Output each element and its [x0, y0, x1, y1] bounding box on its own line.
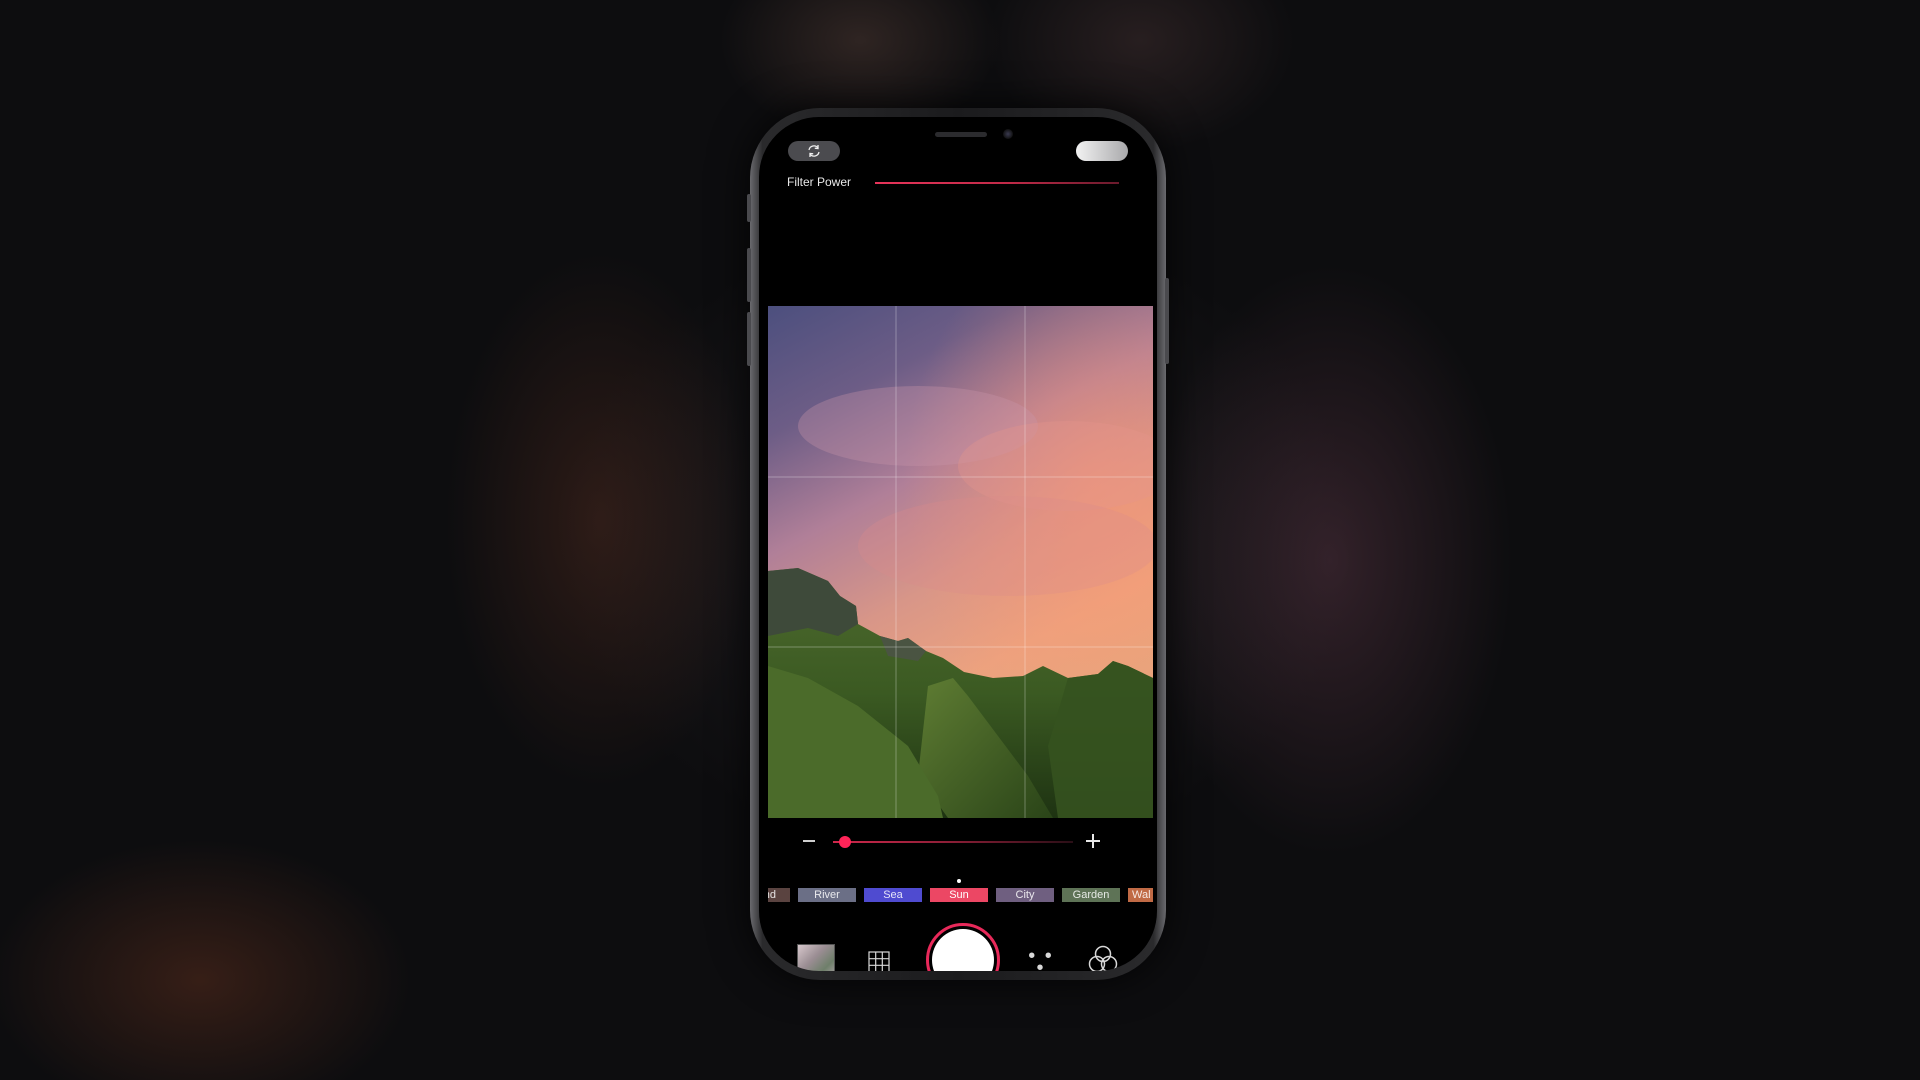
intensity-slider-knob[interactable]: [839, 836, 851, 848]
shutter-button[interactable]: [926, 923, 1000, 971]
notch: [855, 117, 1061, 151]
phone-screen: Filter Power d River Sea Sun City Garden…: [759, 117, 1157, 971]
landscape-preview: [768, 306, 1153, 818]
shutter-inner: [932, 929, 994, 971]
phone-device: Filter Power d River Sea Sun City Garden…: [747, 108, 1169, 980]
mute-switch: [747, 194, 751, 222]
filter-chip-river[interactable]: River: [798, 888, 856, 902]
flash-toggle[interactable]: [1076, 141, 1128, 161]
bottom-controls: • • •: [759, 922, 1157, 971]
camera-viewfinder[interactable]: [768, 306, 1153, 818]
filter-power-label: Filter Power: [787, 175, 852, 189]
intensity-track[interactable]: [833, 841, 1073, 843]
filter-chip-und[interactable]: und: [768, 888, 790, 902]
plus-icon[interactable]: [1085, 833, 1101, 849]
minus-icon[interactable]: [801, 833, 817, 849]
filter-chip-garden[interactable]: Garden: [1062, 888, 1120, 902]
power-button: [1165, 278, 1169, 364]
more-options-icon[interactable]: • • •: [1027, 946, 1055, 971]
blurred-background: Filter Power d River Sea Sun City Garden…: [0, 0, 1920, 1080]
filter-intensity-row: [759, 827, 1157, 857]
filter-strip[interactable]: und River Sea Sun City Garden Wal: [768, 888, 1153, 904]
filter-chip-city[interactable]: City: [996, 888, 1054, 902]
filter-power-slider[interactable]: [875, 182, 1119, 184]
speaker-grille: [935, 132, 987, 137]
flip-camera-button[interactable]: [788, 141, 840, 161]
gallery-thumbnail[interactable]: [797, 944, 835, 971]
volume-down-button: [747, 312, 751, 366]
filter-chip-sun[interactable]: Sun: [930, 888, 988, 902]
grid-icon[interactable]: [868, 951, 890, 971]
filter-chip-sea[interactable]: Sea: [864, 888, 922, 902]
filters-icon[interactable]: [1085, 942, 1121, 971]
filter-chip-wal[interactable]: Wal: [1128, 888, 1153, 902]
selected-filter-indicator: [957, 879, 961, 883]
flip-camera-icon: [808, 145, 820, 157]
volume-up-button: [747, 248, 751, 302]
front-camera: [1003, 129, 1013, 139]
